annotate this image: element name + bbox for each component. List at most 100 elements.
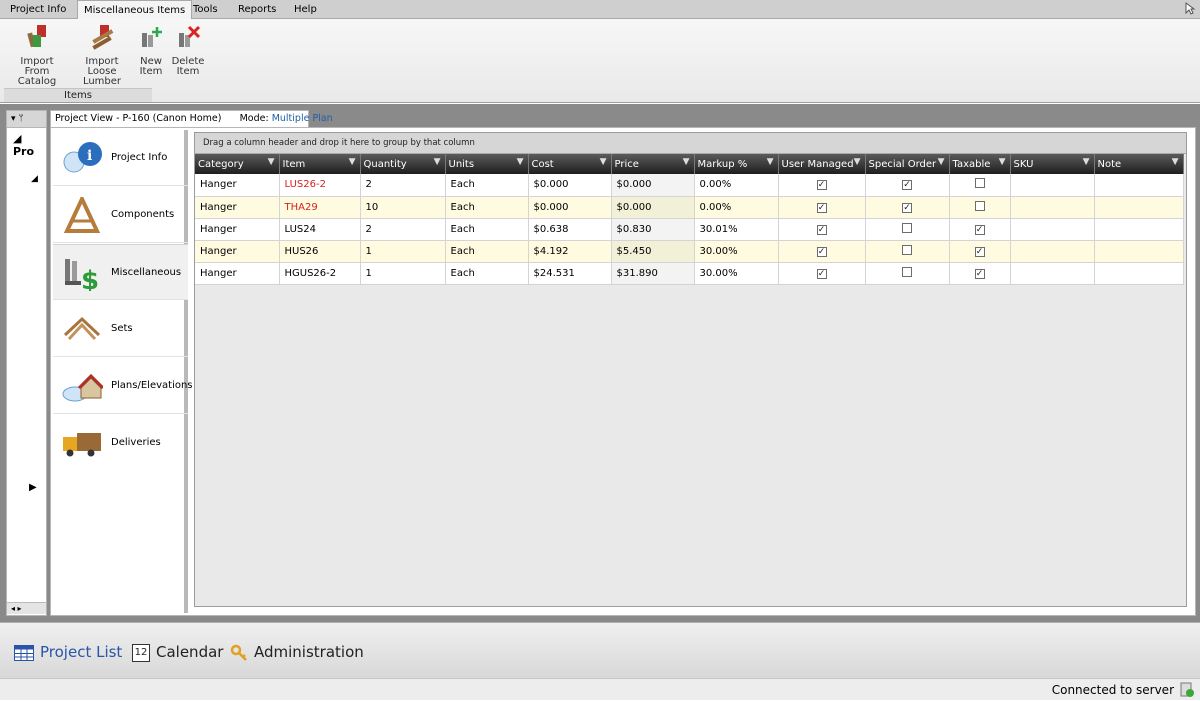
expand-tree-icon[interactable]: ◢ [13,132,21,145]
category-project-info[interactable]: i Project Info [53,130,188,186]
help-cursor-icon[interactable] [1184,2,1196,16]
filter-icon[interactable]: ▼ [854,157,861,167]
taxable-checkbox[interactable]: ✓ [974,224,985,235]
cell-note[interactable] [1094,218,1184,241]
cell-quantity[interactable]: 1 [360,240,446,263]
project-view-tab[interactable]: Project View - P-160 (Canon Home) Mode: … [50,110,333,127]
filter-icon[interactable]: ▼ [767,157,774,167]
special-order-checkbox[interactable] [902,244,912,255]
filter-icon[interactable]: ▼ [349,157,356,167]
tab-tools[interactable]: Tools [187,0,224,19]
cell-cost[interactable]: $24.531 [528,262,612,285]
cell-units[interactable]: Each [445,240,529,263]
cell-cost[interactable]: $0.000 [528,174,612,197]
cell-category[interactable]: Hanger [195,240,280,263]
filter-icon[interactable]: ▼ [1172,157,1179,167]
cell-price[interactable]: $31.890 [611,262,695,285]
cell-markup[interactable]: 30.00% [694,240,779,263]
column-header-note[interactable]: Note ▼ [1094,154,1184,174]
mode-value[interactable]: Multiple Plan [272,113,333,124]
cell-units[interactable]: Each [445,196,529,219]
cell-item[interactable]: HUS26 [279,240,361,263]
cell-units[interactable]: Each [445,174,529,197]
filter-icon[interactable]: ▼ [268,157,275,167]
table-row[interactable]: Hanger LUS26-2 2 Each $0.000 $0.000 0.00% ✓ ✓ [195,174,1184,197]
taxable-checkbox[interactable]: ✓ [974,246,985,257]
category-plans-elevations[interactable]: Plans/Elevations [53,358,193,414]
tab-project-info[interactable]: Project Info [4,0,72,19]
table-row[interactable]: Hanger LUS24 2 Each $0.638 $0.830 30.01% ✓ ✓ [195,218,1184,241]
tab-miscellaneous-items[interactable]: Miscellaneous Items [77,0,193,20]
cell-price[interactable]: $0.000 [611,174,695,197]
taxable-checkbox[interactable] [974,200,985,211]
special-order-checkbox[interactable]: ✓ [902,202,912,213]
cell-note[interactable] [1094,174,1184,197]
cell-price[interactable]: $0.830 [611,218,695,241]
column-header-sku[interactable]: SKU ▼ [1010,154,1095,174]
column-header-cost[interactable]: Cost ▼ [528,154,612,174]
column-header-category[interactable]: Category ▼ [195,154,280,174]
user-managed-checkbox[interactable]: ✓ [816,224,827,235]
category-components[interactable]: Components [53,187,188,243]
cell-item[interactable]: LUS24 [279,218,361,241]
category-sets[interactable]: Sets [53,301,188,357]
user-managed-checkbox[interactable]: ✓ [816,180,827,191]
tab-reports[interactable]: Reports [232,0,282,19]
column-header-item[interactable]: Item ▼ [279,154,361,174]
cell-category[interactable]: Hanger [195,196,280,219]
import-loose-lumber-button[interactable]: Import Loose Lumber [70,23,134,87]
cell-note[interactable] [1094,262,1184,285]
pin-icon[interactable]: ᛘ [18,114,23,124]
special-order-checkbox[interactable] [902,222,912,233]
nav-administration[interactable]: Administration [230,641,364,663]
collapse-arrow-icon[interactable]: ▾ [11,114,16,124]
taxable-checkbox[interactable] [974,178,985,189]
cell-cost[interactable]: $0.638 [528,218,612,241]
cell-cost[interactable]: $4.192 [528,240,612,263]
cell-price[interactable]: $0.000 [611,196,695,219]
cell-units[interactable]: Each [445,218,529,241]
cell-category[interactable]: Hanger [195,174,280,197]
column-header-price[interactable]: Price ▼ [611,154,695,174]
cell-category[interactable]: Hanger [195,218,280,241]
cell-note[interactable] [1094,240,1184,263]
cell-item[interactable]: LUS26-2 [279,174,361,197]
cell-price[interactable]: $5.450 [611,240,695,263]
horizontal-scrollbar[interactable]: ◂ ▸ [7,602,46,614]
special-order-checkbox[interactable] [902,266,912,277]
column-header-taxable[interactable]: Taxable ▼ [949,154,1011,174]
cell-sku[interactable] [1010,218,1095,241]
special-order-checkbox[interactable]: ✓ [902,180,912,191]
nav-project-list[interactable]: Project List [14,641,122,663]
category-deliveries[interactable]: Deliveries [53,415,188,471]
cell-markup[interactable]: 0.00% [694,196,779,219]
table-row[interactable]: Hanger THA29 10 Each $0.000 $0.000 0.00% ✓ ✓ [195,196,1184,219]
filter-icon[interactable]: ▼ [1083,157,1090,167]
cell-quantity[interactable]: 10 [360,196,446,219]
cell-quantity[interactable]: 2 [360,174,446,197]
table-row[interactable]: Hanger HGUS26-2 1 Each $24.531 $31.890 30.00% ✓… [195,262,1184,285]
cell-item[interactable]: THA29 [279,196,361,219]
column-header-markup[interactable]: Markup % ▼ [694,154,779,174]
cell-item[interactable]: HGUS26-2 [279,262,361,285]
category-miscellaneous[interactable]: $ Miscellaneous [53,244,188,300]
cell-quantity[interactable]: 1 [360,262,446,285]
cell-markup[interactable]: 0.00% [694,174,779,197]
filter-icon[interactable]: ▼ [938,157,945,167]
user-managed-checkbox[interactable]: ✓ [816,202,827,213]
filter-icon[interactable]: ▼ [434,157,441,167]
new-item-button[interactable]: New Item [136,23,166,77]
table-row[interactable]: Hanger HUS26 1 Each $4.192 $5.450 30.00% ✓ ✓ [195,240,1184,263]
column-header-units[interactable]: Units ▼ [445,154,529,174]
cell-units[interactable]: Each [445,262,529,285]
cell-sku[interactable] [1010,196,1095,219]
cell-cost[interactable]: $0.000 [528,196,612,219]
group-by-panel[interactable]: Drag a column header and drop it here to… [195,133,1186,154]
expand-right-icon[interactable]: ▶ [29,482,37,493]
cell-quantity[interactable]: 2 [360,218,446,241]
cell-category[interactable]: Hanger [195,262,280,285]
filter-icon[interactable]: ▼ [999,157,1006,167]
cell-markup[interactable]: 30.00% [694,262,779,285]
column-header-quantity[interactable]: Quantity ▼ [360,154,446,174]
tab-help[interactable]: Help [288,0,323,19]
